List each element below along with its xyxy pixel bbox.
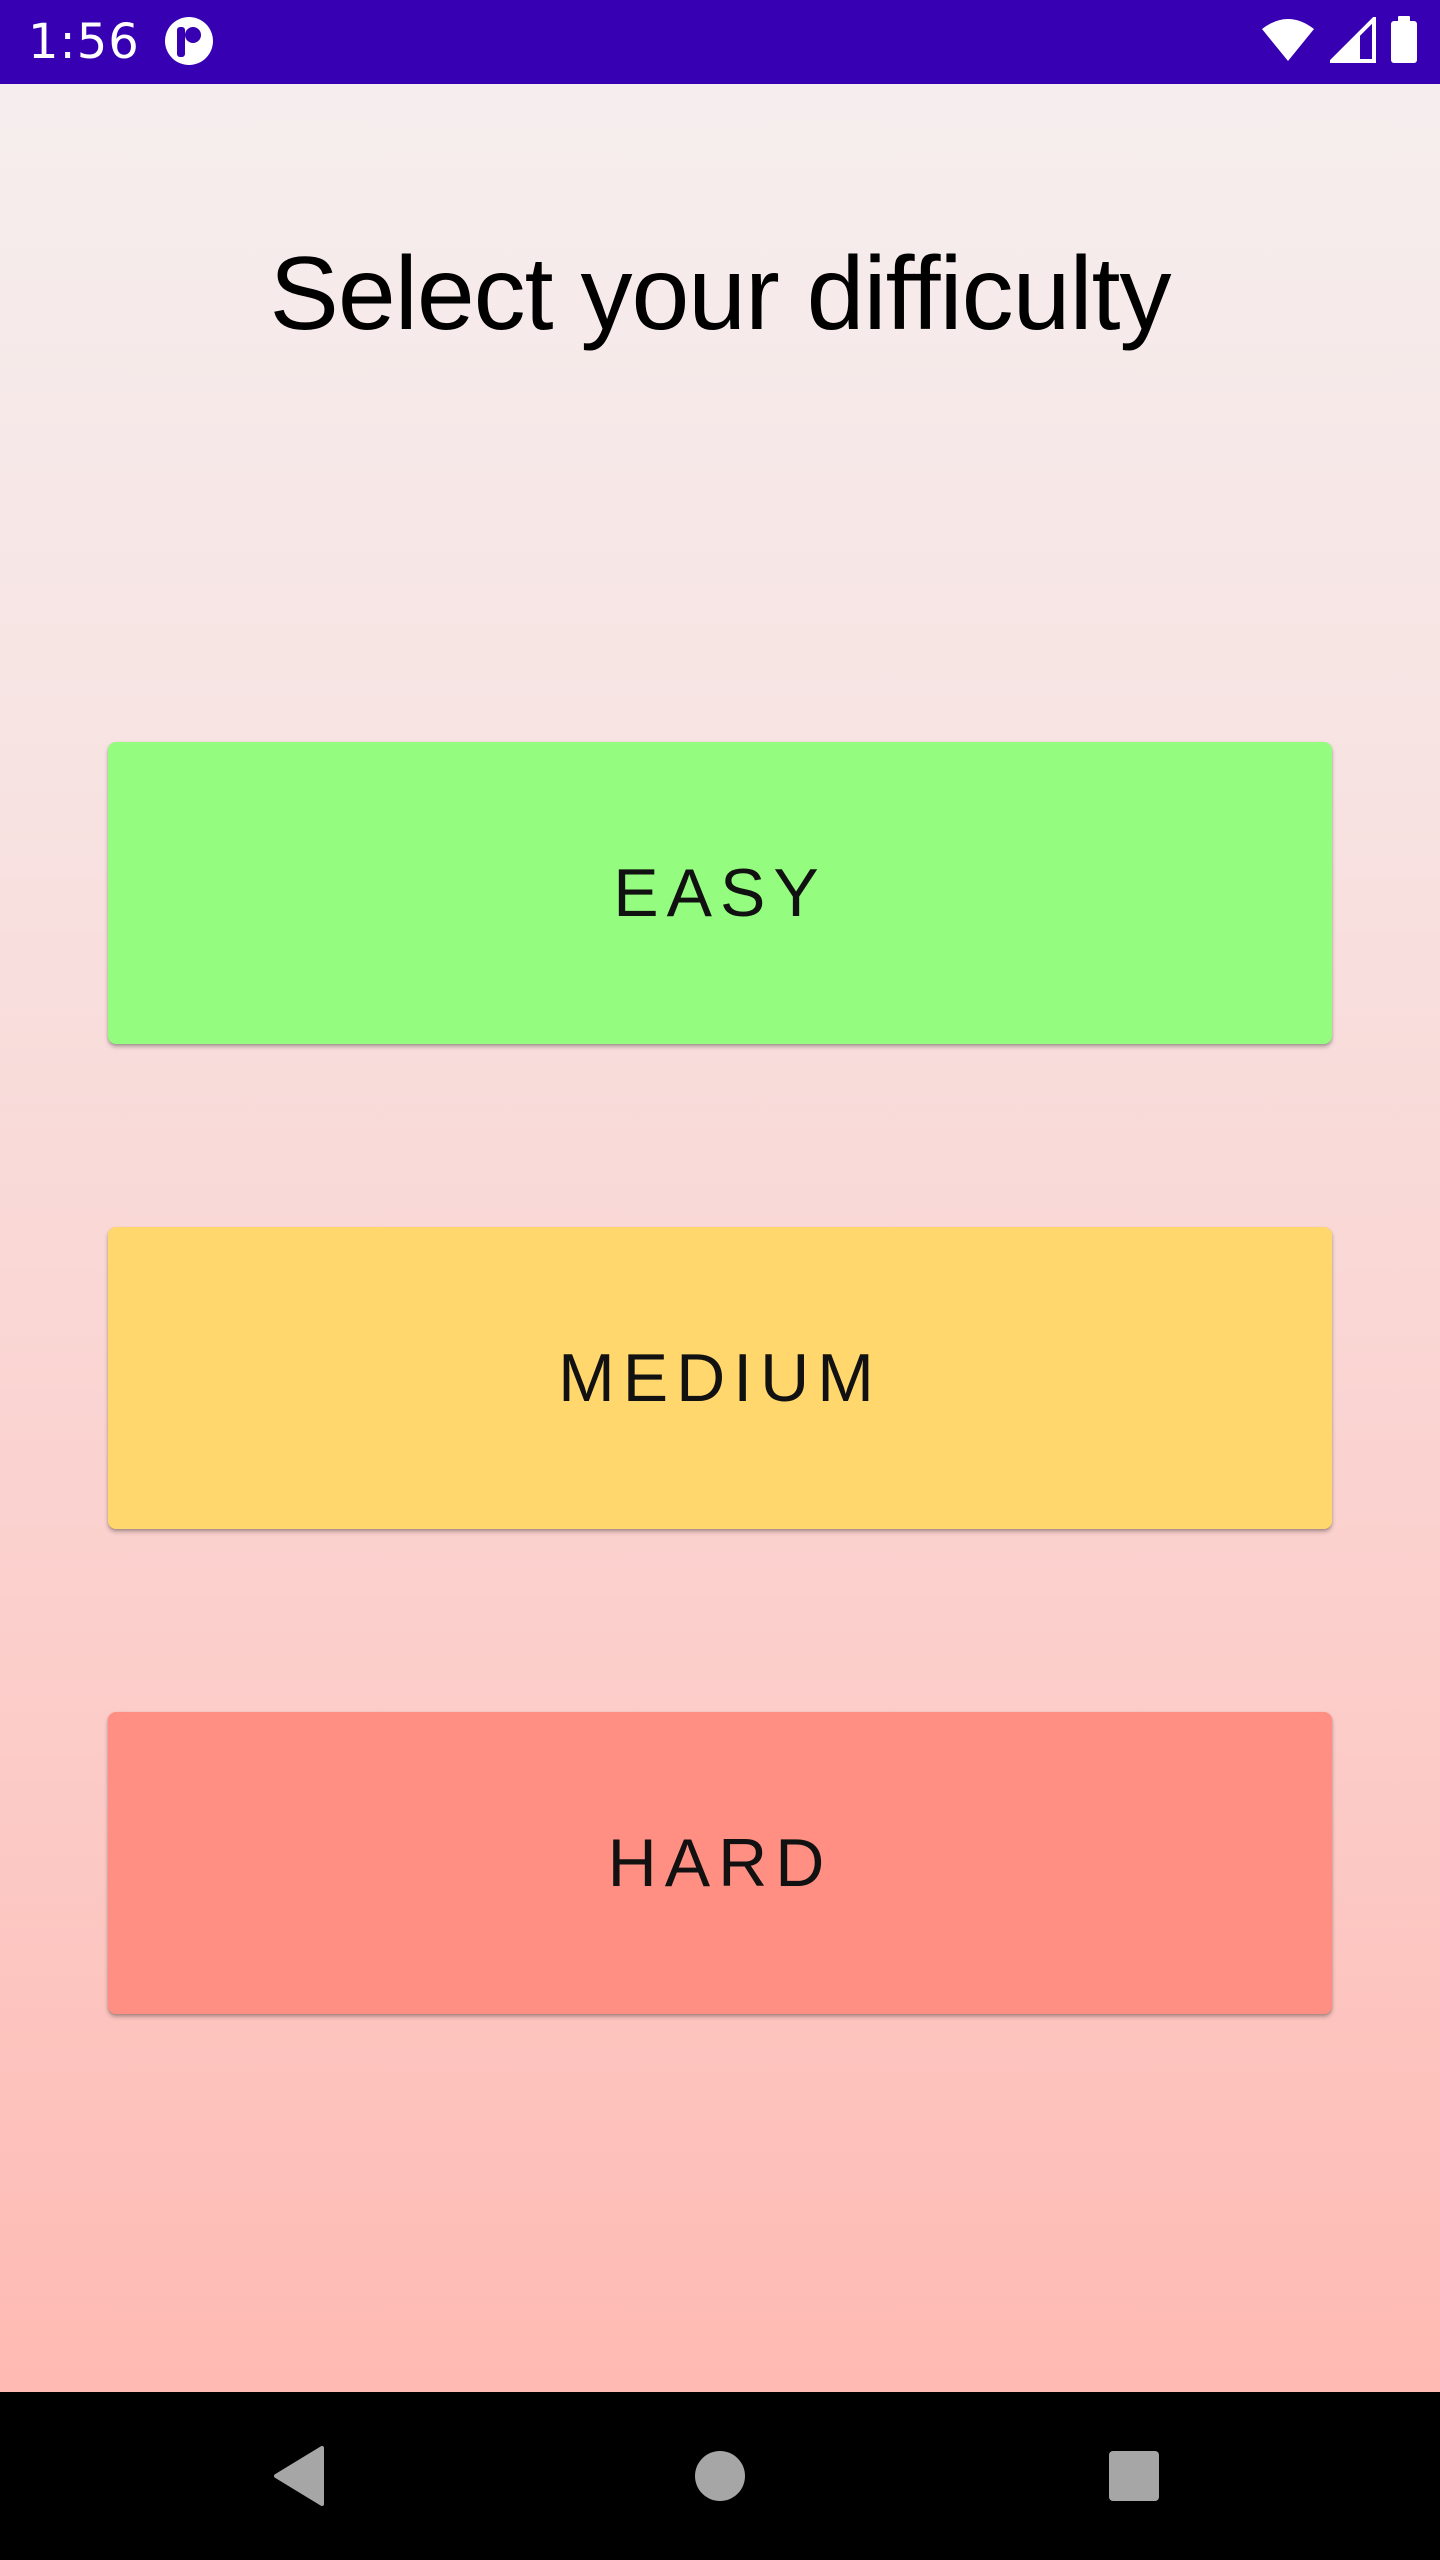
recent-apps-icon[interactable]	[1034, 2392, 1234, 2560]
back-icon[interactable]	[200, 2392, 400, 2560]
easy-button-label: EASY	[613, 855, 827, 931]
hard-button-label: HARD	[607, 1825, 833, 1901]
battery-icon	[1390, 16, 1418, 68]
hard-button[interactable]: HARD	[108, 1712, 1332, 2014]
main-content: Select your difficulty EASY MEDIUM HARD	[0, 84, 1440, 2392]
medium-button-label: MEDIUM	[558, 1340, 882, 1416]
page-title: Select your difficulty	[269, 236, 1172, 352]
status-icons	[1260, 14, 1418, 68]
easy-button[interactable]: EASY	[108, 742, 1332, 1044]
home-icon[interactable]	[620, 2392, 820, 2560]
app-screen: 1:56 Select your difficulty EASY MEDIUM …	[0, 0, 1440, 2560]
wifi-icon	[1260, 17, 1316, 67]
app-notification-icon	[164, 16, 214, 66]
navigation-bar	[0, 2392, 1440, 2560]
medium-button[interactable]: MEDIUM	[108, 1227, 1332, 1529]
status-time: 1:56	[28, 14, 140, 70]
cell-signal-icon	[1327, 14, 1376, 67]
status-bar: 1:56	[0, 0, 1440, 84]
